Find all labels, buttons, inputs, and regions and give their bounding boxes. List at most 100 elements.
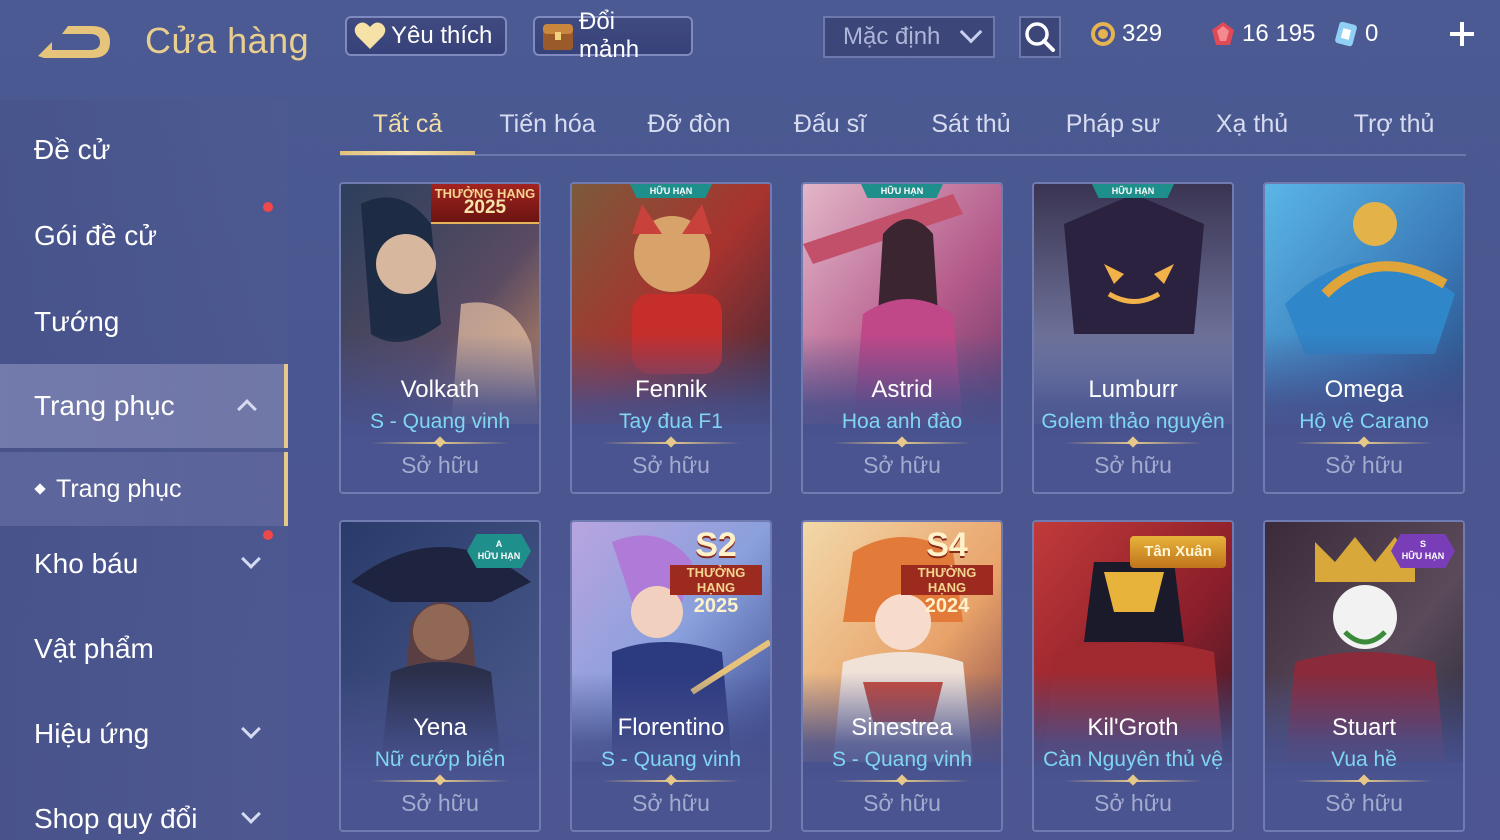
skin-name: Vua hề: [1331, 748, 1397, 771]
ownership-status: Sở hữu: [401, 790, 479, 816]
ownership-status: Sở hữu: [401, 452, 479, 478]
skin-card-stuart[interactable]: S HỮU HẠN Stuart Vua hề Sở hữu: [1263, 520, 1465, 832]
chevron-up-icon: [237, 399, 257, 419]
gold-coin-icon: [1091, 22, 1115, 46]
skin-card-sinestrea[interactable]: S4 THƯỞNG HẠNG 2024 Sinestrea S - Quang …: [801, 520, 1003, 832]
ownership-status: Sở hữu: [632, 790, 710, 816]
rank-reward-badge: THƯỞNG HẠNG 2025: [431, 184, 539, 224]
tab-marksman[interactable]: Xạ thủ: [1206, 110, 1298, 139]
add-currency-button[interactable]: [1444, 16, 1480, 52]
gem-amount: 16 195: [1242, 20, 1316, 47]
sidebar-item-heroes[interactable]: Tướng: [0, 280, 288, 364]
skin-card-yena[interactable]: A HỮU HẠN Yena Nữ cướp biển Sở hữu: [339, 520, 541, 832]
sidebar-item-label: Tướng: [34, 306, 120, 337]
ownership-status: Sở hữu: [863, 790, 941, 816]
search-icon: [1025, 22, 1055, 52]
voucher-amount: 0: [1365, 20, 1379, 47]
divider: [371, 442, 509, 444]
skin-name: S - Quang vinh: [600, 748, 742, 771]
bullet-icon: [34, 483, 46, 495]
sidebar-item-label: Trang phục: [56, 474, 182, 503]
tab-mage[interactable]: Pháp sư: [1058, 110, 1168, 139]
hero-name: Florentino: [617, 714, 725, 741]
skin-card-astrid[interactable]: HỮU HẠN Astrid Hoa anh đào Sở hữu: [801, 182, 1003, 494]
sidebar-subitem-skins[interactable]: Trang phục: [0, 452, 288, 526]
sidebar-item-treasure[interactable]: Kho báu: [0, 522, 288, 606]
sidebar-item-exchange-shop[interactable]: Shop quy đổi: [0, 777, 288, 840]
search-button[interactable]: [1019, 16, 1061, 58]
season-reward-badge: S4 THƯỞNG HẠNG 2024: [897, 526, 997, 617]
skin-card-omega[interactable]: Omega Hộ vệ Carano Sở hữu: [1263, 182, 1465, 494]
ownership-status: Sở hữu: [1094, 790, 1172, 816]
tab-fighter[interactable]: Đấu sĩ: [780, 110, 880, 139]
sidebar-item-label: Vật phẩm: [34, 633, 154, 664]
top-bar: Cửa hàng Yêu thích Đổi mảnh Mặc định 329…: [0, 0, 1500, 80]
limited-badge: A HỮU HẠN: [467, 534, 531, 568]
hero-name: Kil'Groth: [1087, 714, 1179, 741]
chevron-down-icon: [241, 804, 261, 824]
sort-value: Mặc định: [843, 23, 941, 50]
limited-badge: HỮU HẠN: [861, 184, 943, 198]
heart-icon: [353, 19, 387, 53]
hero-name: Volkath: [400, 376, 480, 403]
category-tabs: Tất cả Tiến hóa Đỡ đòn Đấu sĩ Sát thủ Ph…: [340, 96, 1466, 156]
gold-amount: 329: [1122, 20, 1163, 47]
sidebar-item-label: Shop quy đổi: [34, 803, 198, 834]
sidebar-item-recommended-bundles[interactable]: Gói đề cử: [0, 194, 288, 278]
red-gem-icon: [1212, 22, 1234, 45]
hero-name: Lumburr: [1088, 376, 1178, 403]
divider: [602, 780, 740, 782]
tab-assassin[interactable]: Sát thủ: [920, 110, 1022, 139]
sidebar-item-items[interactable]: Vật phẩm: [0, 607, 288, 691]
sidebar: Đề cử Gói đề cử Tướng Trang phục Trang p…: [0, 100, 288, 840]
divider: [1295, 442, 1433, 444]
exchange-shards-button[interactable]: Đổi mảnh: [533, 8, 693, 63]
back-arrow-icon[interactable]: [34, 22, 112, 62]
favorites-button[interactable]: Yêu thích: [345, 16, 507, 56]
notification-dot: [263, 530, 273, 540]
hero-name: Astrid: [871, 376, 933, 403]
ownership-status: Sở hữu: [1094, 452, 1172, 478]
tab-tank[interactable]: Đỡ đòn: [630, 110, 748, 139]
active-tab-indicator: [340, 151, 475, 155]
ownership-status: Sở hữu: [1325, 452, 1403, 478]
treasure-chest-icon: [541, 19, 575, 53]
limited-badge: S HỮU HẠN: [1391, 534, 1455, 568]
chevron-down-icon: [241, 549, 261, 569]
hero-name: Yena: [413, 714, 467, 741]
skin-name: Càn Nguyên thủ vệ: [1043, 748, 1223, 771]
sort-dropdown[interactable]: Mặc định: [823, 16, 995, 58]
hero-name: Stuart: [1331, 714, 1397, 741]
skin-name: S - Quang vinh: [831, 748, 973, 771]
tab-all[interactable]: Tất cả: [340, 110, 475, 139]
sidebar-item-label: Kho báu: [34, 548, 139, 579]
divider: [1064, 780, 1202, 782]
exchange-label: Đổi mảnh: [579, 8, 640, 63]
divider: [1295, 780, 1433, 782]
skin-name: Golem thảo nguyên: [1041, 410, 1225, 433]
divider: [833, 780, 971, 782]
sidebar-item-label: Trang phục: [34, 390, 175, 421]
hero-name: Sinestrea: [851, 714, 953, 741]
skin-card-fennik[interactable]: HỮU HẠN Fennik Tay đua F1 Sở hữu: [570, 182, 772, 494]
season-reward-badge: S2 THƯỞNG HẠNG 2025: [666, 526, 766, 617]
skin-name: Tay đua F1: [619, 410, 723, 433]
sidebar-item-skins[interactable]: Trang phục: [0, 364, 288, 448]
tab-evolution[interactable]: Tiến hóa: [485, 110, 610, 139]
lunar-new-year-badge: Tân Xuân: [1130, 536, 1226, 568]
skin-card-volkath[interactable]: THƯỞNG HẠNG 2025 Volkath S - Quang vinh S…: [339, 182, 541, 494]
sidebar-item-recommended[interactable]: Đề cử: [0, 108, 288, 192]
sidebar-item-label: Đề cử: [34, 134, 111, 165]
notification-dot: [263, 202, 273, 212]
skin-name: Hộ vệ Carano: [1299, 410, 1429, 433]
divider: [371, 780, 509, 782]
ownership-status: Sở hữu: [863, 452, 941, 478]
skin-card-florentino[interactable]: S2 THƯỞNG HẠNG 2025 Florentino S - Quang…: [570, 520, 772, 832]
skin-card-lumburr[interactable]: HỮU HẠN Lumburr Golem thảo nguyên Sở hữu: [1032, 182, 1234, 494]
voucher-balance: 0: [1333, 18, 1413, 50]
limited-badge: HỮU HẠN: [1092, 184, 1174, 198]
skin-card-kilgroth[interactable]: Tân Xuân Kil'Groth Càn Nguyên thủ vệ Sở …: [1032, 520, 1234, 832]
tab-support[interactable]: Trợ thủ: [1344, 110, 1444, 139]
skin-name: Hoa anh đào: [841, 410, 963, 433]
sidebar-item-effects[interactable]: Hiệu ứng: [0, 692, 288, 776]
